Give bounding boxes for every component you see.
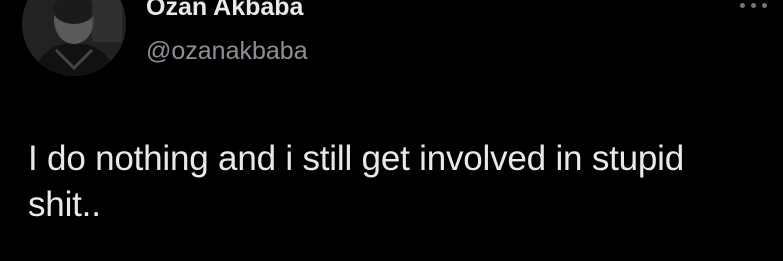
tweet-text: I do nothing and i still get involved in… [28,139,685,224]
avatar[interactable] [22,0,126,76]
tweet-card: Ozan Akbaba @ozanakbaba I do nothing and… [0,0,783,261]
profile-photo-icon [22,0,126,76]
more-horizontal-icon [762,3,767,8]
more-options-button[interactable] [736,0,772,14]
author-handle[interactable]: @ozanakbaba [146,36,308,66]
more-horizontal-icon [740,3,745,8]
author-display-name[interactable]: Ozan Akbaba [146,0,303,22]
more-horizontal-icon [751,3,756,8]
